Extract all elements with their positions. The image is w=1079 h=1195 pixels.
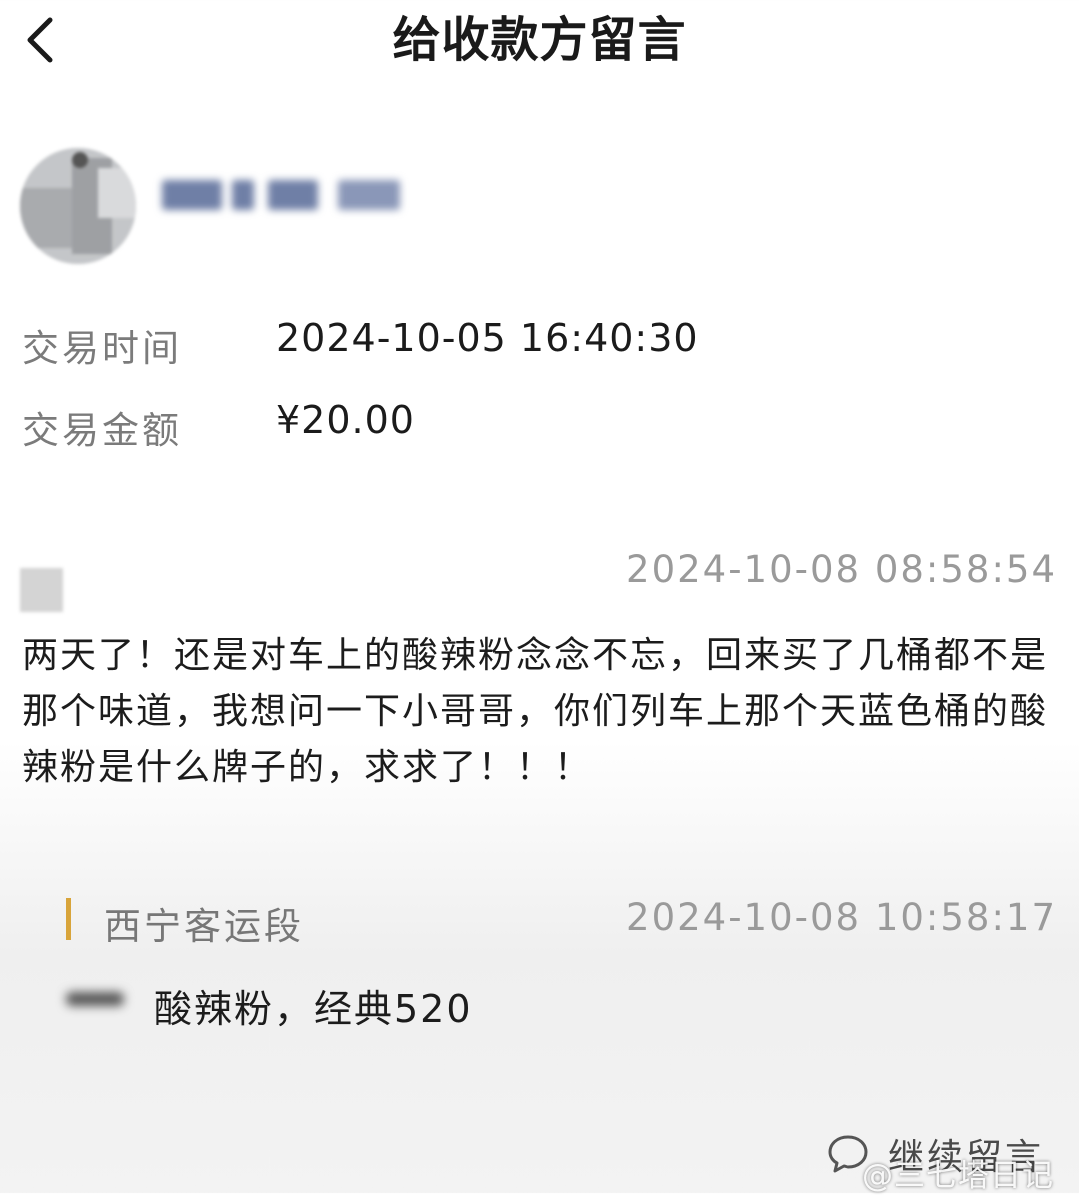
- message-timestamp: 2024-10-08 08:58:54: [626, 548, 1057, 591]
- speech-bubble-icon: [828, 1135, 868, 1173]
- reply-timestamp: 2024-10-08 10:58:17: [626, 896, 1057, 939]
- transaction-time-value: 2024-10-05 16:40:30: [276, 316, 699, 360]
- transaction-time-label: 交易时间: [22, 327, 182, 370]
- continue-message-button[interactable]: 继续留言: [826, 1124, 1044, 1184]
- continue-message-label: 继续留言: [888, 1137, 1045, 1178]
- reply-text: 酸辣粉，经典520: [154, 987, 473, 1031]
- reply-accent-bar: [66, 898, 71, 940]
- message-avatar: [20, 568, 63, 612]
- payer-avatar: [20, 148, 136, 264]
- payer-name-blurred: [148, 170, 418, 226]
- message-text: 两天了！还是对车上的酸辣粉念念不忘，回来买了几桶都不是那个味道，我想问一下小哥哥…: [22, 635, 1049, 788]
- reply-sender: 西宁客运段: [104, 905, 304, 948]
- reply-redacted-text: [60, 982, 152, 1014]
- transaction-amount-label: 交易金额: [22, 409, 182, 452]
- page-title: 给收款方留言: [392, 12, 687, 68]
- transaction-amount-value: ¥20.00: [276, 398, 415, 442]
